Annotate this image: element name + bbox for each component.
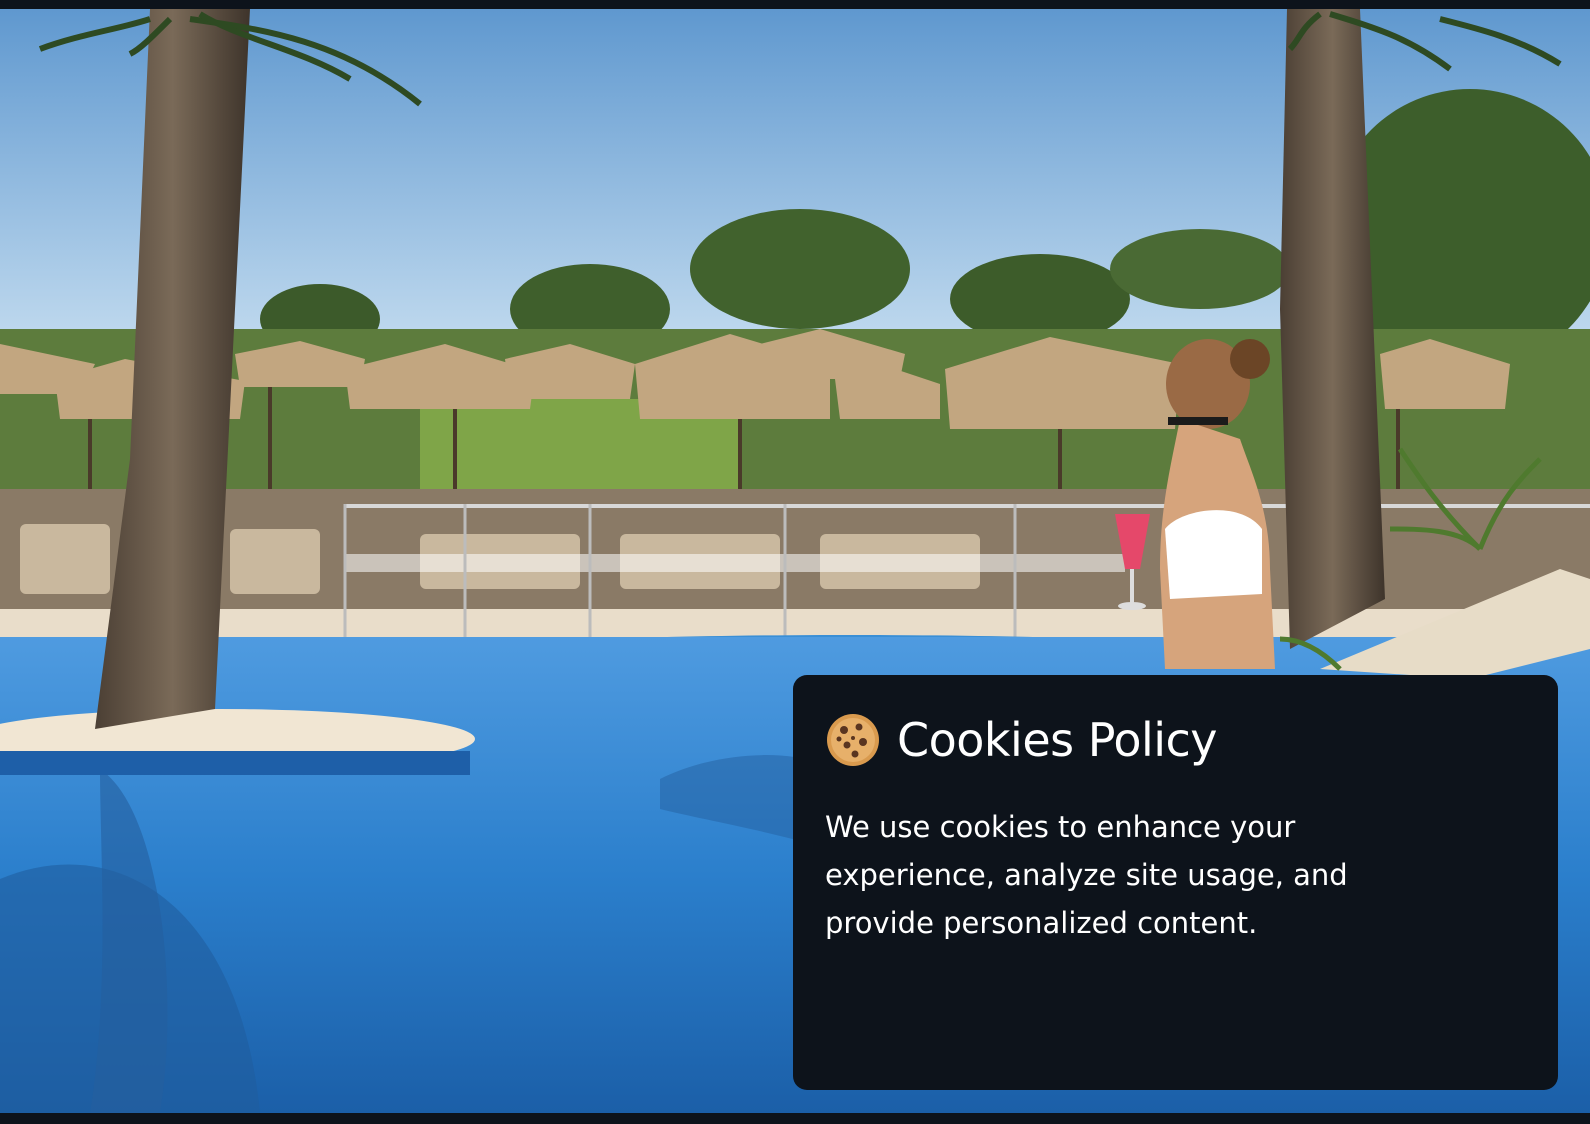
page-frame: Cookies Policy We use cookies to enhance… [0, 0, 1590, 1124]
cookie-consent-banner: Cookies Policy We use cookies to enhance… [793, 675, 1558, 1090]
cookie-banner-title: Cookies Policy [897, 713, 1218, 767]
cookie-banner-header: Cookies Policy [825, 709, 1526, 771]
cookie-icon [827, 714, 879, 766]
cookie-banner-message: We use cookies to enhance your experienc… [825, 810, 1348, 940]
